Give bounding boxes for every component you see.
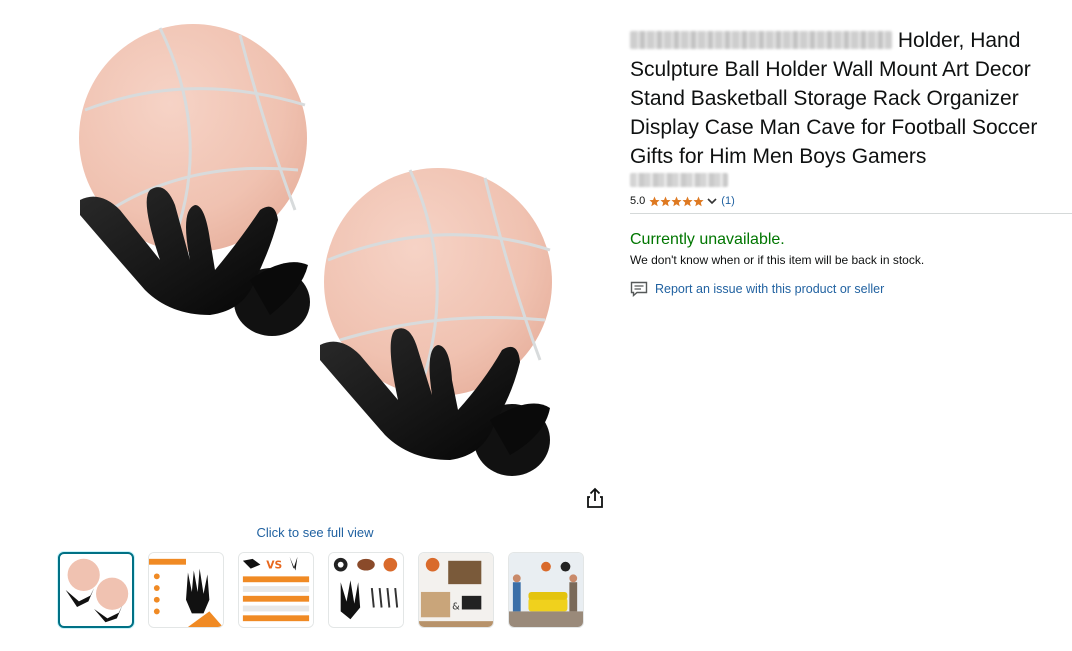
thumbnail-product-advantages[interactable] (148, 552, 224, 628)
thumbnail-living-room-scene[interactable] (508, 552, 584, 628)
thumbnail-ball-types[interactable] (328, 552, 404, 628)
svg-text:VS: VS (266, 559, 282, 572)
product-title[interactable]: Holder, Hand Sculpture Ball Holder Wall … (630, 26, 1070, 171)
star-rating[interactable] (649, 196, 704, 207)
availability-note: We don't know when or if this item will … (630, 253, 925, 267)
share-icon[interactable] (584, 486, 606, 510)
rating-count-link[interactable]: (1) (721, 195, 734, 207)
thumbnail-comparison-chart[interactable]: VS (238, 552, 314, 628)
blurred-brand-text (630, 31, 892, 49)
chevron-down-icon[interactable] (706, 196, 718, 206)
thumbnail-room-display[interactable]: & (418, 552, 494, 628)
star-icon (660, 196, 671, 206)
availability-status: Currently unavailable. (630, 231, 785, 248)
product-title-text: Holder, Hand Sculpture Ball Holder Wall … (630, 29, 1038, 168)
blurred-store-link[interactable] (630, 173, 728, 187)
rating-value: 5.0 (630, 195, 646, 207)
thumbnail-strip: VS & (58, 552, 584, 628)
feedback-icon (630, 281, 648, 297)
product-info-panel: Holder, Hand Sculpture Ball Holder Wall … (630, 26, 1072, 297)
hand-holder-right (320, 328, 550, 476)
full-view-link[interactable]: Click to see full view (240, 525, 390, 540)
report-issue-link[interactable]: Report an issue with this product or sel… (630, 281, 1070, 297)
svg-text:&: & (452, 601, 460, 612)
thumbnail-basketball-holders[interactable] (58, 552, 134, 628)
star-icon (682, 196, 693, 206)
report-issue-text: Report an issue with this product or sel… (655, 282, 885, 296)
star-icon (671, 196, 682, 206)
star-icon (649, 196, 660, 206)
divider (630, 213, 1072, 214)
star-icon (693, 196, 704, 206)
rating-row: 5.0 (1) (630, 193, 1070, 209)
main-product-image[interactable] (40, 10, 580, 490)
